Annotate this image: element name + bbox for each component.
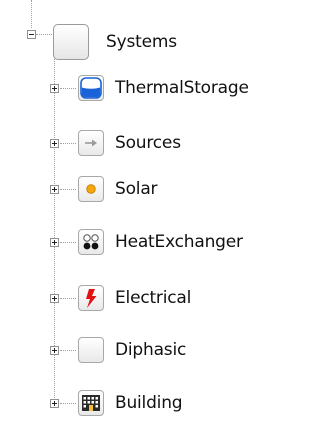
tree-node-label: Electrical [115,288,192,308]
building-icon [78,390,104,416]
tree-branch [60,350,76,351]
tree-branch [60,88,76,89]
expand-toggle-diphasic[interactable] [50,346,59,355]
tree-branch [60,403,76,404]
root-collapse-toggle[interactable] [27,30,36,39]
tree-node-thermalstorage[interactable]: ThermalStorage [78,70,249,106]
tree-line-children [54,56,55,408]
tree-branch [60,143,76,144]
tree-node-sources[interactable]: Sources [78,125,181,161]
tree-node-diphasic[interactable]: Diphasic [78,332,186,368]
tree-node-electrical[interactable]: Electrical [78,280,191,316]
tree-node-solar[interactable]: Solar [78,171,158,207]
tree-node-label: ThermalStorage [115,78,249,98]
lightning-icon [78,285,104,311]
blank-tile-icon [53,24,89,60]
expand-toggle-thermalstorage[interactable] [50,84,59,93]
tree-line-top [31,0,32,28]
tree-node-label: Building [115,393,183,413]
expand-toggle-building[interactable] [50,399,59,408]
tree-node-building[interactable]: Building [78,385,183,421]
arrow-right-icon [78,130,104,156]
tree-node-label: Diphasic [115,340,187,360]
expand-toggle-electrical[interactable] [50,294,59,303]
tree-branch [60,298,76,299]
expand-toggle-heatexchanger[interactable] [50,238,59,247]
expand-toggle-sources[interactable] [50,139,59,148]
tree-root-label: Systems [106,32,177,52]
tree-node-heatexchanger[interactable]: HeatExchanger [78,224,243,260]
tree-branch [60,242,76,243]
tree-node-label: HeatExchanger [115,232,243,252]
tree-root-systems[interactable]: Systems [53,23,177,61]
sun-dot-icon [78,176,104,202]
tree-branch [60,189,76,190]
tree-node-label: Sources [115,133,181,153]
tree-line-root [36,34,52,35]
tree-node-label: Solar [115,179,158,199]
blank-tile-icon [78,337,104,363]
expand-toggle-solar[interactable] [50,185,59,194]
tank-icon [78,75,104,101]
four-dots-icon [78,229,104,255]
